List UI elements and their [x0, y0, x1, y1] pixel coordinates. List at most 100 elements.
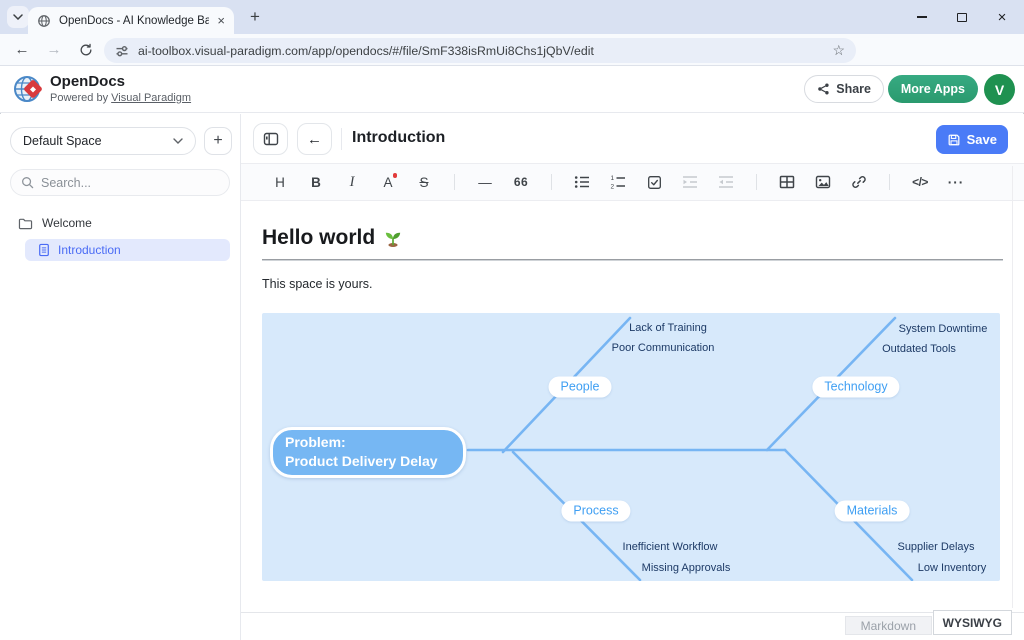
share-button[interactable]: Share [804, 75, 884, 103]
opendocs-logo [13, 74, 45, 105]
back-doc-button[interactable]: ← [297, 123, 332, 155]
strikethrough-button[interactable]: S [409, 169, 439, 195]
bookmark-star-icon[interactable]: ☆ [832, 42, 845, 59]
problem-node: Problem: Product Delivery Delay [270, 427, 466, 478]
browser-tab-strip: OpenDocs - AI Knowledge Base × + × [0, 0, 1024, 34]
indent-button[interactable] [675, 169, 705, 195]
indent-icon [682, 175, 698, 189]
reload-button[interactable] [72, 34, 100, 65]
sidebar: Default Space + Welcome [0, 114, 241, 640]
branch-process: Process [561, 501, 630, 522]
visual-paradigm-link[interactable]: Visual Paradigm [111, 92, 191, 104]
task-list-button[interactable] [639, 169, 669, 195]
app-header: OpenDocs Powered by Visual Paradigm Shar… [0, 66, 1024, 113]
powered-by: Powered by Visual Paradigm [50, 92, 191, 104]
link-icon [851, 174, 867, 190]
doc-title: Introduction [352, 129, 445, 147]
color-dot-icon [393, 173, 398, 178]
user-avatar[interactable]: V [984, 74, 1015, 105]
font-color-glyph: A [383, 175, 392, 190]
cause-label: Lack of Training [629, 322, 707, 334]
image-icon [815, 175, 831, 189]
more-apps-button[interactable]: More Apps [888, 75, 978, 103]
heading-rule [262, 259, 1003, 261]
site-settings-icon [115, 44, 129, 58]
more-tools-button[interactable]: ··· [941, 169, 971, 195]
share-icon [817, 82, 830, 96]
search-input[interactable] [41, 176, 219, 190]
doc-header: ← Introduction Save [241, 114, 1024, 163]
maximize-button[interactable] [942, 0, 982, 34]
cause-label: System Downtime [899, 323, 988, 335]
cause-label: Outdated Tools [882, 343, 956, 355]
add-space-button[interactable]: + [204, 127, 232, 155]
url-text[interactable]: ai-toolbox.visual-paradigm.com/app/opend… [138, 44, 823, 58]
font-color-button[interactable]: A [373, 169, 403, 195]
bold-button[interactable]: B [301, 169, 331, 195]
editor-mode-bar: Markdown WYSIWYG [241, 612, 1024, 634]
globe-favicon-icon [37, 14, 51, 28]
share-label: Share [836, 82, 871, 96]
save-label: Save [967, 132, 997, 147]
tab-search-button[interactable] [7, 6, 29, 28]
image-button[interactable] [808, 169, 838, 195]
search-icon [21, 176, 34, 189]
browser-navbar: ← → ai-toolbox.visual-paradigm.com/app/o… [0, 34, 1024, 66]
cause-label: Missing Approvals [642, 562, 731, 574]
maximize-icon [957, 13, 967, 22]
doc-heading: Hello world [262, 226, 1003, 250]
scrollbar-track[interactable] [1012, 166, 1013, 608]
numbered-list-button[interactable]: 1 2 [603, 169, 633, 195]
close-window-button[interactable]: × [982, 0, 1022, 34]
new-tab-button[interactable]: + [243, 5, 267, 29]
sidebar-item-introduction[interactable]: Introduction [25, 239, 230, 261]
document-icon [38, 243, 50, 257]
outdent-button[interactable] [711, 169, 741, 195]
brand-block: OpenDocs Powered by Visual Paradigm [50, 73, 191, 104]
fishbone-diagram[interactable]: Problem: Product Delivery Delay People T… [262, 313, 1000, 581]
heading-button[interactable]: H [265, 169, 295, 195]
svg-text:1: 1 [611, 175, 615, 182]
folder-label: Welcome [42, 216, 92, 230]
back-button[interactable]: ← [8, 34, 36, 65]
space-selector-label: Default Space [23, 134, 173, 148]
link-button[interactable] [844, 169, 874, 195]
problem-label-1: Problem: [285, 433, 463, 452]
horizontal-rule-button[interactable]: — [470, 169, 500, 195]
task-list-icon [647, 175, 662, 190]
forward-button[interactable]: → [40, 34, 68, 65]
tab-title: OpenDocs - AI Knowledge Base [59, 15, 209, 27]
toolbar-divider [551, 174, 552, 190]
italic-button[interactable]: I [337, 169, 367, 195]
powered-by-prefix: Powered by [50, 92, 111, 104]
header-divider [341, 128, 342, 150]
code-block-button[interactable]: </> [905, 169, 935, 195]
bulleted-list-icon [574, 175, 590, 189]
branch-technology: Technology [812, 377, 899, 398]
save-button[interactable]: Save [936, 125, 1008, 154]
browser-tab[interactable]: OpenDocs - AI Knowledge Base × [28, 7, 234, 34]
tab-markdown[interactable]: Markdown [845, 616, 932, 635]
toolbar-divider [889, 174, 890, 190]
doc-paragraph: This space is yours. [262, 277, 1003, 291]
sidebar-search[interactable] [10, 169, 230, 196]
bulleted-list-button[interactable] [567, 169, 597, 195]
tab-wysiwyg[interactable]: WYSIWYG [933, 610, 1012, 635]
reload-icon [79, 43, 93, 57]
table-button[interactable] [772, 169, 802, 195]
cause-label: Low Inventory [918, 562, 986, 574]
folder-icon [18, 217, 33, 230]
doc-body[interactable]: Hello world This space is yours. [241, 226, 1024, 581]
panel-icon [263, 132, 279, 146]
blockquote-button[interactable]: 66 [506, 169, 536, 195]
space-selector[interactable]: Default Space [10, 127, 196, 155]
tab-close-icon[interactable]: × [217, 14, 225, 27]
sidebar-item-welcome[interactable]: Welcome [0, 212, 240, 234]
minimize-button[interactable] [902, 0, 942, 34]
chevron-down-icon [173, 138, 183, 144]
address-bar[interactable]: ai-toolbox.visual-paradigm.com/app/opend… [104, 38, 856, 63]
browser-window: OpenDocs - AI Knowledge Base × + × ← → [0, 0, 1024, 640]
toggle-sidebar-button[interactable] [253, 123, 288, 155]
branch-materials: Materials [835, 501, 910, 522]
table-icon [779, 175, 795, 189]
